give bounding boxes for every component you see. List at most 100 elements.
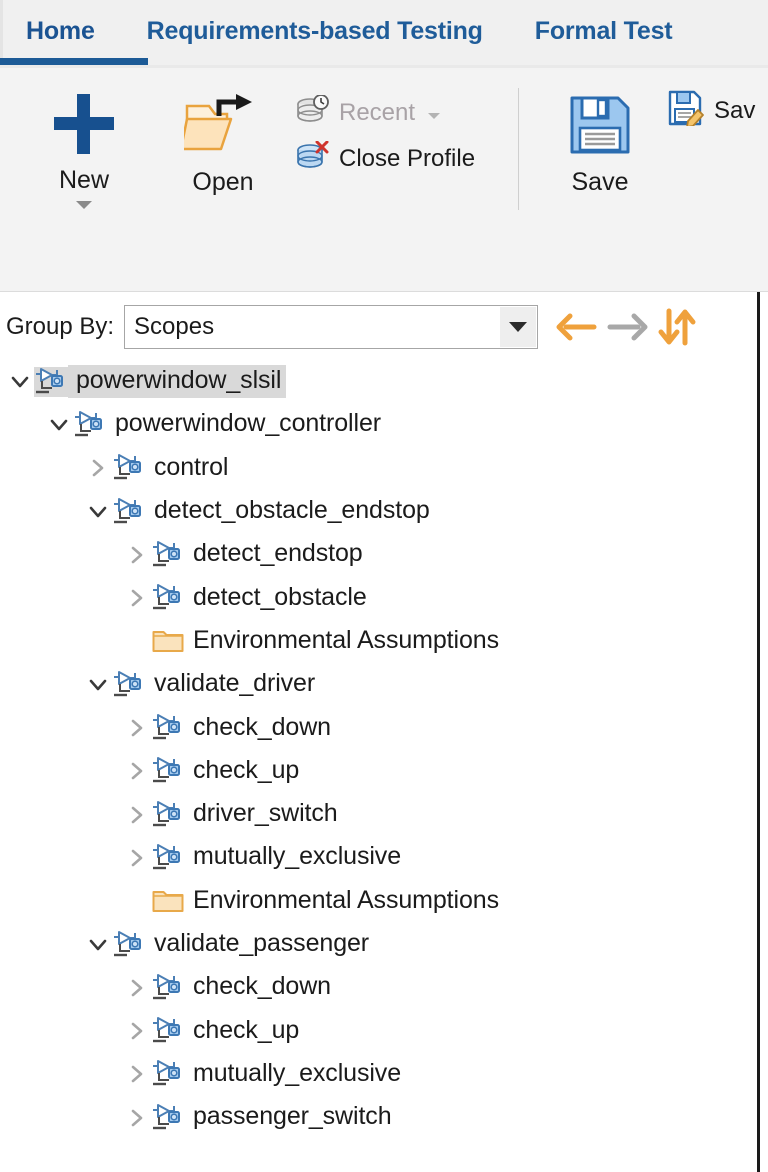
subsystem-icon [151,583,185,613]
new-button-label: New [58,166,109,194]
subsystem-icon [151,756,185,786]
tree-row[interactable]: check_down [0,966,757,1009]
tree-row[interactable]: Environmental Assumptions [0,880,757,923]
save-button-label: Save [571,168,629,196]
tree-row[interactable]: powerwindow_slsil [0,360,757,403]
tree-node-label: mutually_exclusive [193,1058,402,1087]
chevron-down-icon [509,322,528,332]
subsystem-icon [151,1103,185,1133]
tree-node-label: check_down [193,712,331,741]
recent-button[interactable]: Recent [296,90,511,136]
tree-node-label: Environmental Assumptions [193,885,499,914]
plus-icon [54,94,114,154]
subsystem-icon [151,800,185,830]
forward-arrow-icon[interactable] [606,309,648,345]
subsystem-icon [112,670,146,700]
back-arrow-icon[interactable] [556,309,598,345]
tree-node-label: validate_driver [154,669,316,698]
chevron-right-icon[interactable] [123,587,151,609]
navigation-icons [556,308,698,346]
application-window: Home Requirements-based Testing Formal Tes… [0,0,768,1172]
new-dropdown-caret-icon[interactable] [76,201,92,209]
chevron-right-icon[interactable] [123,717,151,739]
save-button[interactable]: Save [548,78,652,228]
chevron-right-icon[interactable] [84,457,112,479]
tree-row[interactable]: powerwindow_controller [0,403,757,446]
tree-node-label: Environmental Assumptions [193,625,499,654]
tree-node-label: check_up [193,755,300,784]
tree-row[interactable]: passenger_switch [0,1096,757,1139]
subsystem-icon [73,410,107,440]
recent-dropdown-caret-icon[interactable] [428,113,441,119]
subsystem-icon [151,973,185,1003]
tree-node-label: mutually_exclusive [193,842,402,871]
chevron-right-icon[interactable] [123,544,151,566]
folder-icon [151,887,185,915]
subsystem-icon [112,930,146,960]
close-profile-database-icon [296,140,330,178]
tree-node-label: detect_obstacle [193,582,367,611]
tree-row[interactable]: detect_obstacle [0,576,757,619]
panel-right-divider [757,292,760,1172]
tree-row[interactable]: detect_obstacle_endstop [0,490,757,533]
chevron-down-icon[interactable] [84,501,112,523]
sort-toggle-icon[interactable] [656,308,698,346]
subsystem-icon [151,1059,185,1089]
close-profile-button[interactable]: Close Profile [296,136,511,182]
chevron-right-icon[interactable] [123,1107,151,1129]
floppy-disk-icon [568,94,632,156]
open-button[interactable]: Open [160,78,286,228]
tree-row[interactable]: mutually_exclusive [0,1053,757,1096]
ribbon-tab-requirements-based-testing[interactable]: Requirements-based Testing [121,0,509,62]
tree-row[interactable]: check_down [0,706,757,749]
tree-row[interactable]: detect_endstop [0,533,757,576]
subsystem-icon [151,843,185,873]
tree-row[interactable]: mutually_exclusive [0,836,757,879]
chevron-down-icon[interactable] [45,414,73,436]
subsystem-icon [151,713,185,743]
subsystem-icon [151,540,185,570]
tree-row[interactable]: check_up [0,1009,757,1052]
model-tree[interactable]: powerwindow_slsil powerwindow_controller c… [0,360,757,1172]
ribbon-tab-formal-test[interactable]: Formal Test [509,0,699,62]
recent-database-icon [296,93,330,132]
ribbon-tab-bar: Home Requirements-based Testing Formal Tes… [0,0,768,68]
save-as-button-label: Sav [714,96,756,124]
chevron-right-icon[interactable] [123,804,151,826]
save-as-icon [668,90,704,131]
subsystem-icon [151,1016,185,1046]
group-by-dropdown-button[interactable] [500,307,537,347]
save-as-button[interactable]: Sav [668,90,755,131]
chevron-down-icon[interactable] [84,674,112,696]
group-by-selected-value: Scopes [134,313,215,340]
tree-row[interactable]: control [0,447,757,490]
new-button[interactable]: New [18,78,150,228]
open-folder-icon [179,94,262,156]
chevron-right-icon[interactable] [123,1063,151,1085]
group-by-select[interactable]: Scopes [124,305,539,349]
ribbon-group-separator [518,88,519,210]
chevron-right-icon[interactable] [123,1020,151,1042]
ribbon-tab-home[interactable]: Home [0,0,121,62]
tree-row[interactable]: validate_passenger [0,923,757,966]
chevron-right-icon[interactable] [123,977,151,999]
tree-row[interactable]: driver_switch [0,793,757,836]
ribbon-tabs: Home Requirements-based Testing Formal Tes… [0,0,698,62]
tree-row[interactable]: check_up [0,750,757,793]
active-tab-underline [0,58,148,65]
chevron-right-icon[interactable] [123,760,151,782]
tree-row[interactable]: validate_driver [0,663,757,706]
chevron-down-icon[interactable] [6,371,34,393]
tree-node-label: detect_endstop [193,539,363,568]
folder-icon [151,627,185,655]
tree-node-label: check_up [193,1015,300,1044]
recent-button-label: Recent [339,99,416,126]
tree-row[interactable]: Environmental Assumptions [0,620,757,663]
chevron-down-icon[interactable] [84,934,112,956]
subsystem-icon [112,453,146,483]
open-button-label: Open [192,168,254,196]
group-by-label: Group By: [6,313,115,340]
subsystem-icon [34,366,68,397]
chevron-right-icon[interactable] [123,847,151,869]
profile-small-buttons-group: Recent Close Profile [296,90,511,182]
